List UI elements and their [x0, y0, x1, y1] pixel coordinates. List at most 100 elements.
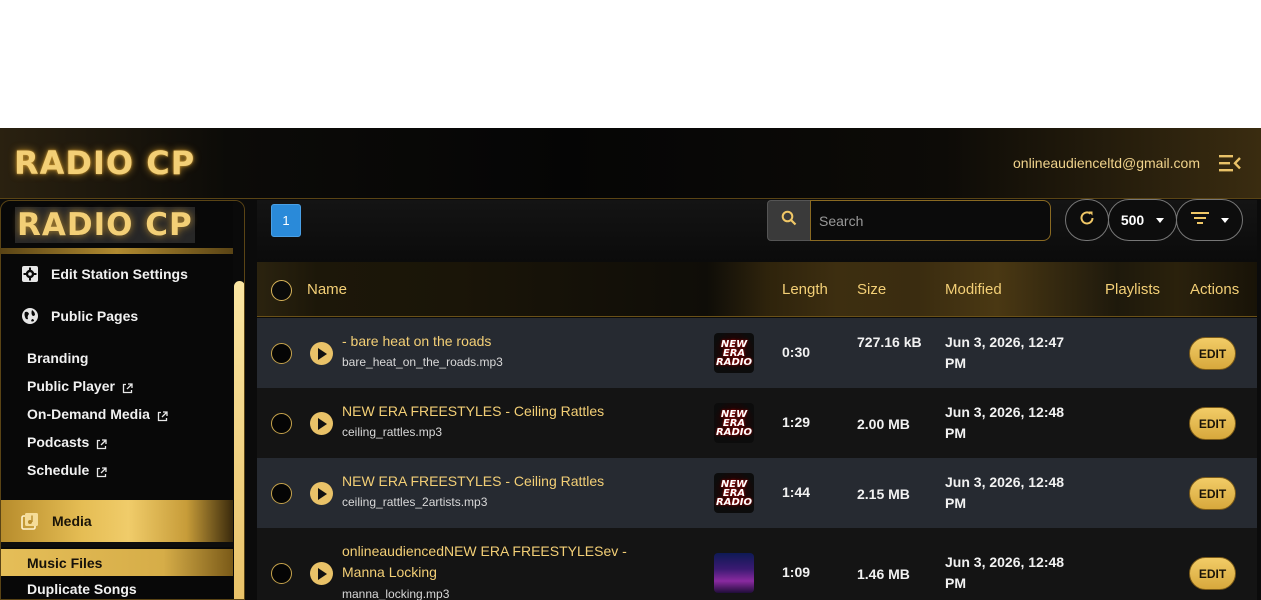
- song-filename: bare_heat_on_the_roads.mp3: [342, 355, 503, 369]
- media-library-icon: [21, 512, 39, 530]
- menu-collapse-icon[interactable]: [1219, 153, 1241, 173]
- sidebar-item-label: Media: [52, 513, 92, 529]
- row-checkbox[interactable]: [271, 343, 292, 364]
- refresh-icon: [1078, 209, 1096, 232]
- app-window: RADIO CP onlineaudienceltd@gmail.com RAD…: [0, 128, 1261, 600]
- song-modified: Jun 3, 2026, 12:48 PM: [945, 474, 1065, 511]
- song-modified: Jun 3, 2026, 12:48 PM: [945, 554, 1065, 591]
- top-navbar: RADIO CP onlineaudienceltd@gmail.com: [0, 128, 1261, 199]
- album-art: [714, 553, 754, 593]
- sidebar-brand[interactable]: RADIO CP: [15, 207, 195, 243]
- album-art: NEW ERA RADIO: [714, 403, 754, 443]
- external-link-icon: [96, 437, 107, 449]
- column-header-length[interactable]: Length: [782, 262, 828, 317]
- column-header-actions: Actions: [1190, 281, 1240, 298]
- song-size: 2.15 MB: [857, 486, 910, 502]
- filter-dropdown[interactable]: [1176, 199, 1243, 241]
- chevron-down-icon: [1220, 217, 1229, 223]
- table-row[interactable]: onlineaudiencedNEW ERA FREESTYLESev - Ma…: [257, 528, 1257, 600]
- table-row[interactable]: NEW ERA FREESTYLES - Ceiling Rattles cei…: [257, 458, 1257, 528]
- sidebar-subitem-label: On-Demand Media: [27, 406, 150, 422]
- sidebar-subitem-duplicate-songs[interactable]: Duplicate Songs: [27, 581, 137, 597]
- edit-button[interactable]: EDIT: [1189, 477, 1236, 510]
- table-header: Name Length Size Modified Playlists Acti…: [257, 262, 1257, 317]
- album-art-text: NEW ERA RADIO: [716, 338, 752, 368]
- song-length: 0:30: [782, 344, 811, 360]
- row-checkbox[interactable]: [271, 483, 292, 504]
- song-filename: ceiling_rattles_2artists.mp3: [342, 495, 488, 509]
- sidebar-subitem-music-files[interactable]: Music Files: [1, 549, 233, 576]
- sidebar-item-label: Public Pages: [51, 308, 139, 324]
- album-art-text: NEW ERA RADIO: [716, 408, 752, 438]
- song-length: 1:44: [782, 484, 811, 500]
- column-header-playlists[interactable]: Playlists: [1105, 262, 1160, 317]
- play-button[interactable]: [310, 412, 333, 435]
- song-modified: Jun 3, 2026, 12:48 PM: [945, 404, 1065, 441]
- sidebar-subitem-schedule[interactable]: Schedule: [27, 462, 107, 478]
- play-icon: [318, 347, 327, 360]
- song-title: - bare heat on the roads: [342, 333, 492, 349]
- search-button[interactable]: [767, 200, 811, 241]
- sidebar-divider: [1, 542, 233, 547]
- song-size: 1.46 MB: [857, 566, 910, 582]
- play-button[interactable]: [310, 562, 333, 585]
- table-row[interactable]: NEW ERA FREESTYLES - Ceiling Rattles cei…: [257, 388, 1257, 458]
- sidebar-scrollbar-thumb[interactable]: [234, 281, 244, 599]
- sidebar-subitem-podcasts[interactable]: Podcasts: [27, 434, 107, 450]
- files-toolbar: 1 500: [257, 199, 1257, 262]
- sidebar: RADIO CP Edit Station Settings Public Pa…: [0, 200, 245, 600]
- sidebar-subitem-label: Public Player: [27, 378, 115, 394]
- external-link-icon: [157, 409, 168, 421]
- sidebar-subitem-public-player[interactable]: Public Player: [27, 378, 133, 394]
- play-icon: [318, 567, 327, 580]
- sidebar-subitem-label: Schedule: [27, 462, 90, 478]
- song-title: NEW ERA FREESTYLES - Ceiling Rattles: [342, 473, 605, 489]
- per-page-value: 500: [1120, 212, 1145, 228]
- song-size: 727.16 kB: [857, 334, 922, 350]
- play-button[interactable]: [310, 342, 333, 365]
- song-length: 1:29: [782, 414, 811, 430]
- album-art: NEW ERA RADIO: [714, 333, 754, 373]
- edit-button[interactable]: EDIT: [1189, 557, 1236, 590]
- sidebar-subitem-label: Branding: [27, 350, 89, 366]
- album-art: NEW ERA RADIO: [714, 473, 754, 513]
- sidebar-item-label: Edit Station Settings: [51, 266, 188, 282]
- column-header-name[interactable]: Name: [307, 262, 347, 317]
- column-header-size[interactable]: Size: [857, 262, 886, 317]
- song-title: NEW ERA FREESTYLES - Ceiling Rattles: [342, 403, 605, 419]
- row-checkbox[interactable]: [271, 413, 292, 434]
- search-icon: [781, 210, 797, 231]
- song-filename: ceiling_rattles.mp3: [342, 425, 443, 439]
- user-email[interactable]: onlineaudienceltd@gmail.com: [1013, 155, 1200, 171]
- sidebar-item-edit-station-settings[interactable]: Edit Station Settings: [1, 254, 233, 294]
- per-page-dropdown[interactable]: 500: [1108, 199, 1177, 241]
- column-header-modified[interactable]: Modified: [945, 262, 1002, 317]
- play-icon: [318, 417, 327, 430]
- edit-button[interactable]: EDIT: [1189, 337, 1236, 370]
- gear-icon: [21, 265, 39, 283]
- refresh-button[interactable]: [1065, 199, 1109, 241]
- main-content: 1 500: [257, 199, 1257, 600]
- pagination-page-button[interactable]: 1: [271, 204, 301, 237]
- sidebar-subitem-branding[interactable]: Branding: [27, 350, 88, 366]
- row-checkbox[interactable]: [271, 563, 292, 584]
- sidebar-item-public-pages[interactable]: Public Pages: [1, 296, 233, 336]
- song-modified: Jun 3, 2026, 12:47 PM: [945, 334, 1065, 371]
- sidebar-subitem-label: Podcasts: [27, 434, 90, 450]
- search-input[interactable]: [810, 200, 1051, 241]
- edit-button[interactable]: EDIT: [1189, 407, 1236, 440]
- globe-icon: [21, 307, 39, 325]
- external-link-icon: [122, 381, 133, 393]
- external-link-icon: [96, 465, 107, 477]
- play-icon: [318, 487, 327, 500]
- select-all-checkbox[interactable]: [271, 280, 292, 301]
- song-length: 1:09: [782, 564, 811, 580]
- chevron-down-icon: [1156, 217, 1165, 223]
- play-button[interactable]: [310, 482, 333, 505]
- sidebar-item-media[interactable]: Media: [1, 500, 233, 542]
- table-row[interactable]: - bare heat on the roads bare_heat_on_th…: [257, 318, 1257, 388]
- filter-icon: [1190, 211, 1209, 230]
- brand-logo[interactable]: RADIO CP: [14, 144, 195, 182]
- song-size: 2.00 MB: [857, 416, 910, 432]
- sidebar-subitem-on-demand-media[interactable]: On-Demand Media: [27, 406, 168, 422]
